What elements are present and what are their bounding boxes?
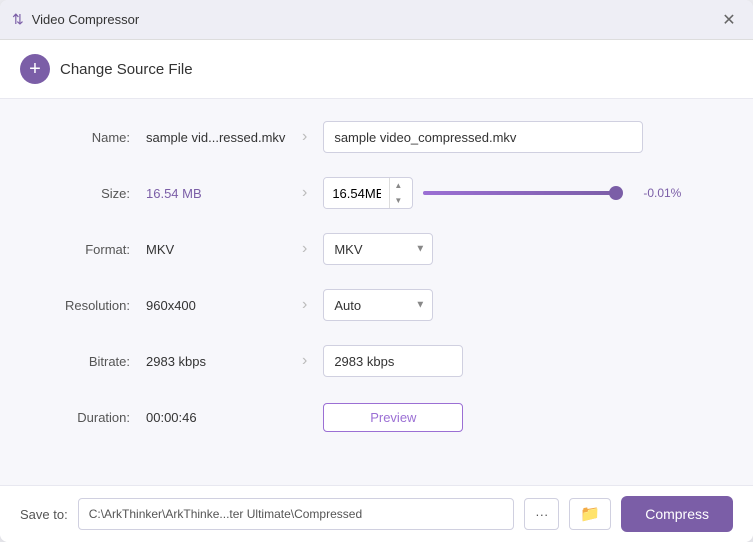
resolution-select[interactable]: Auto 1920x1080 1280x720 960x400 640x360 [323, 289, 433, 321]
save-to-label: Save to: [20, 507, 68, 522]
folder-button[interactable]: 📁 [569, 498, 611, 530]
size-slider[interactable] [423, 183, 623, 203]
resolution-arrow-icon: › [302, 296, 307, 314]
size-percent-label: -0.01% [643, 186, 681, 200]
save-path-input[interactable] [78, 498, 515, 530]
size-label: Size: [40, 186, 130, 201]
compress-button[interactable]: Compress [621, 496, 733, 532]
duration-value: 00:00:46 [146, 410, 286, 425]
resolution-select-wrapper: Auto 1920x1080 1280x720 960x400 640x360 … [323, 289, 433, 321]
duration-label: Duration: [40, 410, 130, 425]
size-arrow-icon: › [302, 184, 307, 202]
folder-icon: 📁 [580, 504, 600, 524]
dots-button[interactable]: ··· [524, 498, 559, 530]
format-select[interactable]: MKV MP4 AVI MOV [323, 233, 433, 265]
resolution-row: Resolution: 960x400 › Auto 1920x1080 128… [40, 287, 713, 323]
format-arrow-icon: › [302, 240, 307, 258]
window-title: Video Compressor [32, 12, 717, 27]
name-label: Name: [40, 130, 130, 145]
change-source-label: Change Source File [60, 61, 193, 78]
title-bar: ⇅ Video Compressor ✕ [0, 0, 753, 40]
duration-row: Duration: 00:00:46 › Preview [40, 399, 713, 435]
format-row: Format: MKV › MKV MP4 AVI MOV ▼ [40, 231, 713, 267]
resolution-label: Resolution: [40, 298, 130, 313]
bitrate-arrow-icon: › [302, 352, 307, 370]
size-row: Size: 16.54 MB › ▲ ▼ -0.01% [40, 175, 713, 211]
format-select-wrapper: MKV MP4 AVI MOV ▼ [323, 233, 433, 265]
spinner-arrows: ▲ ▼ [389, 178, 406, 208]
bitrate-input[interactable] [323, 345, 463, 377]
bitrate-label: Bitrate: [40, 354, 130, 369]
spinner-up-button[interactable]: ▲ [390, 178, 406, 193]
slider-track [423, 191, 623, 195]
bitrate-row: Bitrate: 2983 kbps › [40, 343, 713, 379]
content-area: Name: sample vid...ressed.mkv › Size: 16… [0, 99, 753, 485]
main-window: ⇅ Video Compressor ✕ + Change Source Fil… [0, 0, 753, 542]
name-source-value: sample vid...ressed.mkv [146, 130, 286, 145]
size-spinner-input[interactable] [324, 178, 389, 208]
footer: Save to: ··· 📁 Compress [0, 485, 753, 542]
format-label: Format: [40, 242, 130, 257]
bitrate-source-value: 2983 kbps [146, 354, 286, 369]
size-spinner: ▲ ▼ [323, 177, 413, 209]
close-button[interactable]: ✕ [717, 8, 741, 32]
size-controls: ▲ ▼ -0.01% [323, 177, 713, 209]
slider-thumb[interactable] [609, 186, 623, 200]
name-output-input[interactable] [323, 121, 643, 153]
plus-icon: + [20, 54, 50, 84]
resolution-source-value: 960x400 [146, 298, 286, 313]
name-row: Name: sample vid...ressed.mkv › [40, 119, 713, 155]
name-arrow-icon: › [302, 128, 307, 146]
spinner-down-button[interactable]: ▼ [390, 193, 406, 208]
slider-fill [423, 191, 621, 195]
size-source-value: 16.54 MB [146, 186, 286, 201]
change-source-button[interactable]: + Change Source File [20, 54, 193, 84]
toolbar: + Change Source File [0, 40, 753, 99]
preview-button[interactable]: Preview [323, 403, 463, 432]
format-source-value: MKV [146, 242, 286, 257]
app-icon: ⇅ [12, 11, 24, 28]
